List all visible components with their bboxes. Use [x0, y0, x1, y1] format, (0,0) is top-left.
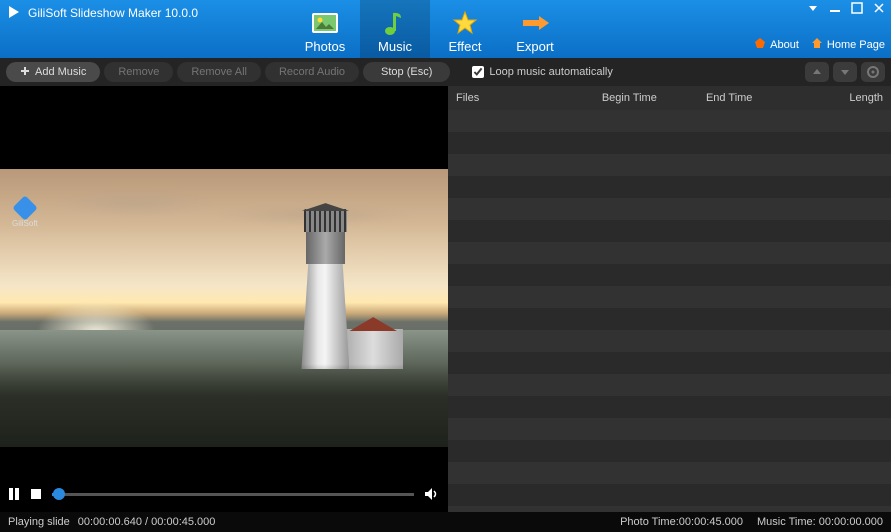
timeline-slider[interactable]	[52, 493, 414, 496]
stop-playback-button[interactable]	[30, 488, 42, 500]
playback-controls	[0, 476, 448, 512]
filelist-body[interactable]	[448, 110, 891, 512]
maximize-icon[interactable]	[851, 2, 863, 17]
statusbar: Playing slide 00:00:00.640 / 00:00:45.00…	[0, 512, 891, 532]
music-file-list: Files Begin Time End Time Length	[448, 86, 891, 512]
status-photo-time: Photo Time:00:00:45.000	[620, 516, 743, 528]
tab-label: Export	[516, 39, 554, 54]
remove-all-button[interactable]: Remove All	[177, 62, 261, 82]
toolbar: Add Music Remove Remove All Record Audio…	[0, 58, 891, 86]
home-link[interactable]: Home Page	[811, 37, 885, 52]
record-audio-button[interactable]: Record Audio	[265, 62, 359, 82]
pause-button[interactable]	[8, 487, 20, 501]
app-title: GiliSoft Slideshow Maker 10.0.0	[0, 0, 198, 20]
add-music-button[interactable]: Add Music	[6, 62, 100, 82]
filelist-header: Files Begin Time End Time Length	[448, 86, 891, 110]
column-length[interactable]: Length	[810, 92, 883, 104]
tab-label: Effect	[448, 39, 481, 54]
column-files[interactable]: Files	[456, 92, 602, 104]
move-down-button[interactable]	[833, 62, 857, 82]
stop-button[interactable]: Stop (Esc)	[363, 62, 450, 82]
close-icon[interactable]	[873, 2, 885, 17]
column-end-time[interactable]: End Time	[706, 92, 810, 104]
status-time: 00:00:00.640 / 00:00:45.000	[78, 516, 216, 528]
options-icon[interactable]	[807, 2, 819, 17]
window-controls	[807, 2, 885, 17]
timeline-thumb[interactable]	[53, 488, 65, 500]
music-icon	[381, 9, 409, 37]
status-playing: Playing slide	[8, 516, 70, 528]
main-tabs: Photos Music Effect Export	[290, 0, 570, 58]
minimize-icon[interactable]	[829, 2, 841, 17]
about-icon	[754, 37, 766, 52]
tab-label: Photos	[305, 39, 345, 54]
volume-button[interactable]	[424, 487, 440, 501]
preview-image: GiliSoft	[0, 86, 448, 476]
watermark-icon	[12, 195, 37, 220]
preview-panel: GiliSoft	[0, 86, 448, 512]
settings-button[interactable]	[861, 62, 885, 82]
home-icon	[811, 37, 823, 52]
effect-icon	[451, 9, 479, 37]
tab-export[interactable]: Export	[500, 0, 570, 58]
header-links: About Home Page	[754, 37, 885, 52]
remove-button[interactable]: Remove	[104, 62, 173, 82]
tab-label: Music	[378, 39, 412, 54]
photos-icon	[311, 9, 339, 37]
loop-music-checkbox[interactable]: Loop music automatically	[472, 66, 613, 78]
main-area: GiliSoft Files Begin Time End Time Lengt…	[0, 86, 891, 512]
tab-music[interactable]: Music	[360, 0, 430, 58]
move-up-button[interactable]	[805, 62, 829, 82]
plus-icon	[20, 66, 30, 79]
watermark: GiliSoft	[12, 199, 38, 228]
about-link[interactable]: About	[754, 37, 799, 52]
tab-effect[interactable]: Effect	[430, 0, 500, 58]
status-music-time: Music Time: 00:00:00.000	[757, 516, 883, 528]
export-icon	[521, 9, 549, 37]
loop-checkbox-input[interactable]	[472, 66, 484, 78]
titlebar: GiliSoft Slideshow Maker 10.0.0 Photos M…	[0, 0, 891, 58]
column-begin-time[interactable]: Begin Time	[602, 92, 706, 104]
tab-photos[interactable]: Photos	[290, 0, 360, 58]
